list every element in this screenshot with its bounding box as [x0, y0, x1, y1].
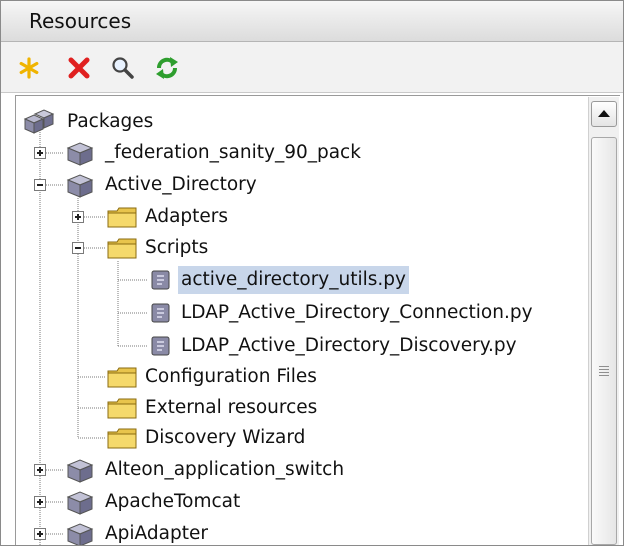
scroll-thumb[interactable]: [591, 137, 617, 545]
package-icon: [66, 459, 94, 483]
tree-label: ApacheTomcat: [105, 491, 241, 512]
expand-toggle-alteon[interactable]: [34, 464, 46, 476]
expand-toggle-apiadapter[interactable]: [34, 528, 46, 540]
arrow-up-icon: [598, 110, 610, 117]
expand-toggle-adapters[interactable]: [72, 211, 84, 223]
new-icon: [19, 57, 39, 79]
resource-tree: Packages _federation_sanity_90_pack Acti…: [15, 95, 620, 545]
tree-node-apachetomcat[interactable]: ApacheTomcat: [64, 487, 243, 517]
delete-button[interactable]: [65, 54, 93, 82]
tree-node-discovery-wizard[interactable]: Discovery Wizard: [106, 423, 308, 453]
tree-node-adapters[interactable]: Adapters: [106, 202, 231, 232]
refresh-icon: [156, 57, 178, 79]
grip-icon: [599, 366, 609, 376]
tree-node-active-directory-utils[interactable]: active_directory_utils.py: [148, 265, 409, 295]
collapse-toggle-scripts[interactable]: [72, 242, 84, 254]
new-button[interactable]: [15, 54, 43, 82]
folder-icon: [107, 398, 137, 419]
tree-node-apiadapter[interactable]: ApiAdapter: [64, 519, 211, 545]
vertical-scrollbar[interactable]: [588, 97, 619, 545]
folder-icon: [107, 428, 137, 449]
expand-toggle-federation[interactable]: [34, 147, 46, 159]
tree-node-ldap-discovery[interactable]: LDAP_Active_Directory_Discovery.py: [148, 331, 520, 361]
search-button[interactable]: [109, 54, 137, 82]
packages-icon: [23, 109, 55, 134]
tree-node-configuration-files[interactable]: Configuration Files: [106, 362, 320, 392]
search-icon: [112, 57, 134, 79]
tree-label: LDAP_Active_Directory_Discovery.py: [181, 335, 517, 356]
tree-label: Packages: [67, 111, 154, 132]
tree-node-scripts[interactable]: Scripts: [106, 233, 211, 263]
tree-label: Adapters: [145, 206, 229, 227]
tree-node-active-directory[interactable]: Active_Directory: [64, 170, 260, 200]
scroll-up-button[interactable]: [591, 101, 617, 127]
tree-label: _federation_sanity_90_pack: [105, 142, 361, 163]
tree-label: Configuration Files: [145, 366, 317, 387]
tree-label: ApiAdapter: [105, 523, 208, 544]
tree-label: Discovery Wizard: [145, 427, 306, 448]
tree-label: LDAP_Active_Directory_Connection.py: [181, 302, 533, 323]
delete-icon: [68, 57, 90, 79]
tree-node-ldap-connection[interactable]: LDAP_Active_Directory_Connection.py: [148, 298, 536, 328]
script-file-icon: [151, 303, 170, 323]
folder-icon: [107, 367, 137, 388]
package-icon: [66, 523, 94, 545]
folder-icon: [107, 238, 137, 259]
tree-label: Scripts: [145, 237, 209, 258]
tree-root-packages[interactable]: Packages: [22, 107, 156, 137]
script-file-icon: [151, 336, 170, 356]
expand-toggle-apachetomcat[interactable]: [34, 496, 46, 508]
tree-label: Active_Directory: [105, 174, 257, 195]
collapse-toggle-active-directory[interactable]: [34, 179, 46, 191]
resources-panel: Resources Packages _federation_sanity_90…: [0, 0, 624, 546]
tree-label: active_directory_utils.py: [178, 266, 409, 294]
tree-node-alteon[interactable]: Alteon_application_switch: [64, 455, 347, 485]
script-file-icon: [151, 270, 170, 290]
tree-node-external-resources[interactable]: External resources: [106, 393, 320, 423]
tree-label: Alteon_application_switch: [105, 459, 345, 480]
package-icon: [66, 174, 94, 198]
panel-title-bar: Resources: [1, 1, 623, 42]
tree-label: External resources: [145, 397, 318, 418]
tree-node-federation-sanity[interactable]: _federation_sanity_90_pack: [64, 138, 364, 168]
refresh-button[interactable]: [153, 54, 181, 82]
toolbar: [1, 42, 623, 93]
package-icon: [66, 491, 94, 515]
panel-title: Resources: [29, 9, 132, 33]
package-icon: [66, 142, 94, 166]
folder-icon: [107, 207, 137, 228]
